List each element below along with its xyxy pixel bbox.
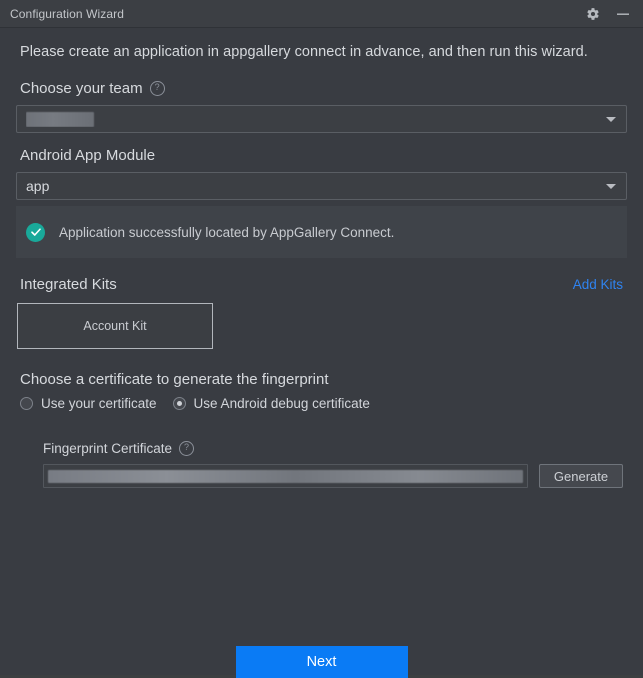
fingerprint-help-icon[interactable]: ? <box>179 441 195 456</box>
radio-label: Use Android debug certificate <box>193 396 370 411</box>
titlebar: Configuration Wizard <box>0 0 643 28</box>
kit-chip-label: Account Kit <box>83 319 147 333</box>
next-button[interactable]: Next <box>235 646 408 678</box>
team-dropdown-value <box>26 111 606 128</box>
module-label-row: Android App Module <box>20 147 627 164</box>
footer-actions: Next <box>0 646 643 678</box>
team-label-row: Choose your team ? <box>20 80 627 97</box>
fingerprint-label-row: Fingerprint Certificate ? <box>29 441 627 456</box>
team-dropdown[interactable] <box>16 105 627 133</box>
add-kits-link[interactable]: Add Kits <box>573 277 623 292</box>
generate-button[interactable]: Generate <box>539 464 623 488</box>
wizard-content: Please create an application in appgalle… <box>0 28 643 678</box>
module-status-text: Application successfully located by AppG… <box>59 224 395 240</box>
minimize-icon[interactable] <box>615 6 631 22</box>
fingerprint-value-redaction <box>48 469 523 483</box>
radio-use-android-debug-certificate[interactable]: Use Android debug certificate <box>172 396 370 411</box>
certificate-radio-group: Use your certificate Use Android debug c… <box>20 396 627 411</box>
kit-chip-account-kit[interactable]: Account Kit <box>17 303 213 349</box>
intro-text: Please create an application in appgalle… <box>20 44 588 60</box>
radio-indicator <box>20 397 33 410</box>
certificate-heading: Choose a certificate to generate the fin… <box>20 371 329 388</box>
check-circle-icon <box>26 222 45 242</box>
radio-label: Use your certificate <box>41 396 157 411</box>
configuration-wizard-window: Configuration Wizard Please create an ap… <box>0 0 643 678</box>
fingerprint-label: Fingerprint Certificate <box>43 441 173 456</box>
module-status-strip: Application successfully located by AppG… <box>16 206 627 258</box>
fingerprint-input[interactable] <box>43 464 528 488</box>
chevron-down-icon <box>606 183 616 189</box>
team-value-redaction <box>26 112 94 128</box>
radio-use-your-certificate[interactable]: Use your certificate <box>20 396 157 411</box>
module-dropdown[interactable]: app <box>16 172 627 200</box>
gear-icon[interactable] <box>585 6 601 22</box>
team-label: Choose your team <box>20 80 143 97</box>
module-label: Android App Module <box>20 147 156 164</box>
chevron-down-icon <box>606 116 616 122</box>
window-title: Configuration Wizard <box>10 6 125 21</box>
team-help-icon[interactable]: ? <box>149 81 165 96</box>
fingerprint-row: Generate <box>29 464 627 488</box>
module-dropdown-value: app <box>26 178 50 194</box>
titlebar-actions <box>585 6 635 22</box>
kits-title: Integrated Kits <box>20 276 117 293</box>
radio-indicator-selected <box>172 397 186 410</box>
fingerprint-block: Fingerprint Certificate ? Generate <box>16 441 627 488</box>
kits-header: Integrated Kits Add Kits <box>16 276 627 293</box>
